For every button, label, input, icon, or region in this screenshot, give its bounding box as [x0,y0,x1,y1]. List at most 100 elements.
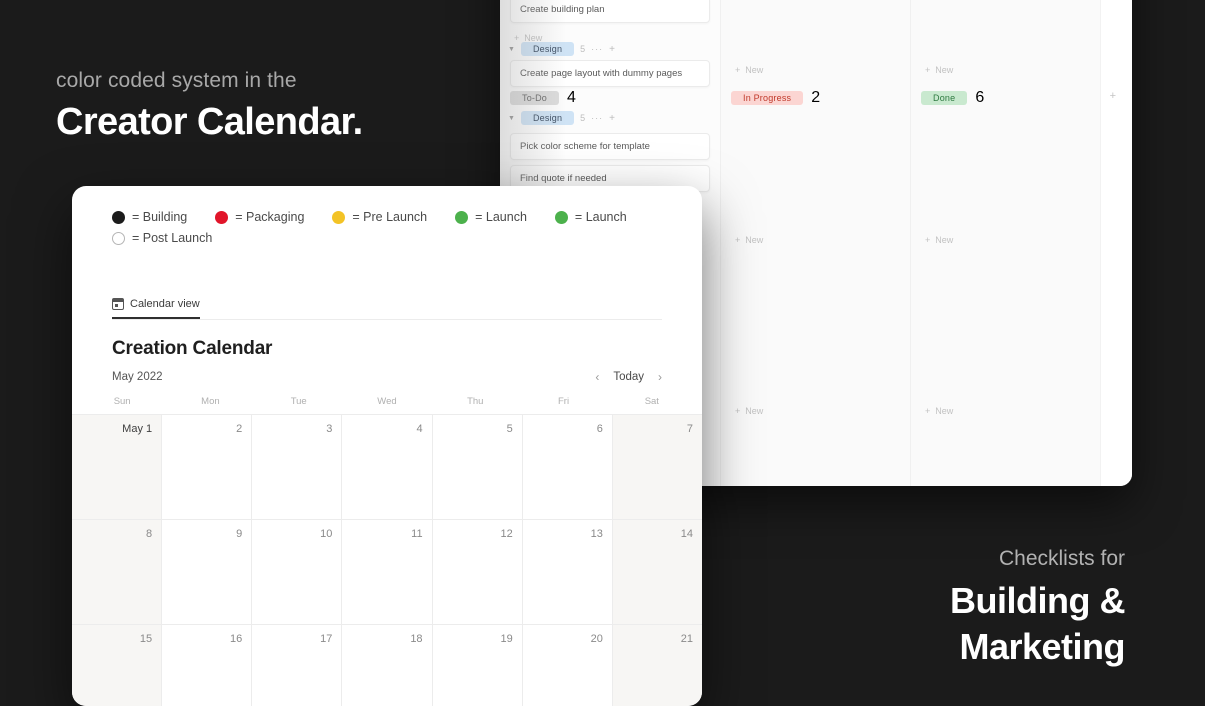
plus-icon: + [735,235,741,245]
chevron-right-icon[interactable]: › [658,370,662,384]
calendar-day-cell[interactable]: 18 [342,625,433,706]
chevron-down-icon[interactable]: ▼ [508,46,515,53]
task-card[interactable]: Create page layout with dummy pages [510,60,710,87]
add-column-button[interactable]: + [1110,90,1116,102]
day-of-week-header: Sun Mon Tue Wed Thu Fri Sat [72,396,702,414]
dow-fri: Fri [558,396,570,407]
calendar-day-cell[interactable]: 4 [342,415,433,519]
calendar-day-cell[interactable]: 5 [432,415,523,519]
calendar-day-cell[interactable]: 7 [612,415,702,519]
calendar-day-cell[interactable]: 15 [72,625,163,706]
new-row[interactable]: + New [921,60,1090,80]
dow-sun: Sun [113,396,131,407]
legend-item-post-launch: = Post Launch [112,231,212,245]
status-count: 4 [567,89,576,106]
status-badge: In Progress [731,91,804,105]
headline-bottom-right: Checklists for Building & Marketing [745,545,1125,670]
day-number: 21 [680,633,693,645]
calendar-day-cell[interactable]: 8 [72,520,163,624]
plus-icon: + [925,406,931,416]
legend-dot-launch [455,210,469,224]
day-number: 17 [320,633,333,645]
legend-item-packaging: = Packaging [215,210,304,224]
plus-icon: + [925,235,931,245]
plus-icon: + [925,65,931,75]
calendar-day-cell[interactable]: 16 [162,625,253,706]
calendar-day-cell[interactable]: 13 [522,520,613,624]
more-options-icon[interactable]: ··· [591,113,603,123]
headline-br-line2: Marketing [959,625,1125,667]
new-row[interactable]: + New [731,230,900,250]
calendar-day-cell[interactable]: 2 [162,415,253,519]
calendar-toolbar: May 2022 ‹ Today › [112,370,662,384]
group-header-design[interactable]: ▼ Design 5 ··· + [500,38,720,60]
status-badge: Done [921,91,968,105]
legend-dot-pre-launch [332,210,346,224]
legend-label: = Launch [574,210,627,224]
current-month-label: May 2022 [112,371,163,383]
task-card[interactable]: Create building plan [510,0,710,23]
new-row[interactable]: + New [921,401,1090,421]
calendar-day-cell[interactable]: 17 [252,625,343,706]
group-pill: Design [520,111,575,125]
status-row-done: Done 6 [911,86,1100,110]
page-title: Creation Calendar [112,338,273,359]
day-number: 3 [326,423,333,435]
calendar-day-cell[interactable]: 6 [522,415,613,519]
calendar-nav: ‹ Today › [595,370,662,384]
new-label: New [935,65,954,75]
legend-label: = Launch [475,210,527,224]
calendar-day-cell[interactable]: 20 [522,625,613,706]
tab-calendar-view[interactable]: Calendar view [112,298,200,319]
legend-dot-post-launch [112,231,125,245]
day-number: 15 [139,633,153,645]
add-icon[interactable]: + [609,44,615,55]
plus-icon: + [735,406,741,416]
legend-item-pre-launch: = Pre Launch [332,210,427,224]
new-label: New [935,406,954,416]
day-number: 14 [680,528,693,540]
status-count: 2 [811,89,821,106]
calendar-day-cell[interactable]: 9 [162,520,253,624]
new-label: New [745,235,764,245]
dow-sat: Sat [644,396,659,407]
legend: = Building = Packaging = Pre Launch = La… [72,186,702,245]
dow-mon: Mon [201,396,220,407]
new-row[interactable]: + New [731,60,900,80]
day-number: 18 [410,633,423,645]
task-card[interactable]: Pick color scheme for template [510,133,710,160]
calendar-day-cell[interactable]: 19 [432,625,523,706]
group-count: 5 [580,44,586,54]
status-count: 6 [975,89,985,106]
calendar-view-icon [112,298,124,310]
calendar-day-cell[interactable]: 21 [612,625,702,706]
new-row[interactable]: + New [921,230,1090,250]
group-header-design-2[interactable]: ▼ Design 5 ··· + [500,107,720,129]
headline-kicker: color coded system in the [56,69,297,92]
day-number: 9 [236,528,243,540]
add-icon[interactable]: + [609,113,615,124]
chevron-left-icon[interactable]: ‹ [595,370,599,384]
calendar-day-cell[interactable]: May 1 [72,415,163,519]
calendar-grid: May 1 2 3 4 5 6 7 8 9 10 11 12 13 14 15 … [72,414,702,706]
new-label: New [745,406,764,416]
more-options-icon[interactable]: ··· [591,44,603,54]
day-number: 8 [146,528,153,540]
day-number: 19 [500,633,513,645]
calendar-card: = Building = Packaging = Pre Launch = La… [72,186,702,706]
calendar-day-cell[interactable]: 3 [252,415,343,519]
calendar-day-cell[interactable]: 14 [612,520,702,624]
headline-title: Creator Calendar. [56,101,363,144]
calendar-day-cell[interactable]: 11 [342,520,433,624]
board-column-done: + New Done 6 + New + New [910,0,1100,486]
calendar-day-cell[interactable]: 12 [432,520,523,624]
calendar-day-cell[interactable]: 10 [252,520,343,624]
legend-label: = Post Launch [132,231,213,245]
group-pill: Design [520,42,575,56]
legend-dot-launch [554,210,568,224]
legend-label: = Packaging [235,210,305,224]
today-button[interactable]: Today [613,371,644,383]
new-row[interactable]: + New [731,401,900,421]
group-count: 5 [580,113,586,123]
board-column-add: + [1100,0,1132,486]
